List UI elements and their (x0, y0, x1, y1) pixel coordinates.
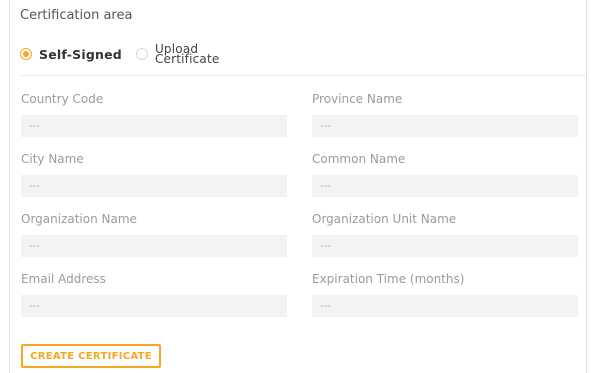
country-code-input[interactable] (21, 115, 287, 137)
organization-unit-name-input[interactable] (312, 235, 578, 257)
organization-name-input[interactable] (21, 235, 287, 257)
organization-unit-name-label: Organization Unit Name (312, 212, 457, 226)
province-name-input[interactable] (312, 115, 578, 137)
common-name-label: Common Name (312, 152, 406, 166)
create-certificate-button[interactable]: CREATE CERTIFICATE (21, 344, 161, 368)
common-name-field: Common Name (312, 152, 578, 197)
upload-certificate-radio[interactable]: Upload Certificate (135, 42, 220, 66)
country-code-label: Country Code (21, 92, 104, 106)
self-signed-label: Self-Signed (39, 46, 122, 62)
city-name-field: City Name (21, 152, 287, 197)
email-address-field: Email Address (21, 272, 287, 317)
upload-certificate-label: Upload Certificate (154, 42, 220, 66)
email-address-label: Email Address (21, 272, 106, 286)
self-signed-radio[interactable]: Self-Signed (20, 47, 122, 62)
expiration-time-input[interactable] (312, 295, 578, 317)
city-name-input[interactable] (21, 175, 287, 197)
radio-checked-icon (20, 48, 32, 60)
common-name-input[interactable] (312, 175, 578, 197)
section-title: Certification area (20, 8, 133, 23)
expiration-time-label: Expiration Time (months) (312, 272, 465, 286)
organization-name-label: Organization Name (21, 212, 137, 226)
country-code-field: Country Code (21, 92, 287, 137)
organization-name-field: Organization Name (21, 212, 287, 257)
radio-unchecked-icon (135, 48, 148, 60)
email-address-input[interactable] (21, 295, 287, 317)
cert-type-radio-group: Self-Signed Upload Certificate (20, 40, 219, 68)
certification-panel: Certification area Self-Signed Upload Ce… (9, 0, 587, 373)
city-name-label: City Name (21, 152, 84, 166)
organization-unit-name-field: Organization Unit Name (312, 212, 578, 257)
expiration-time-field: Expiration Time (months) (312, 272, 578, 317)
province-name-label: Province Name (312, 92, 403, 106)
divider (20, 75, 586, 76)
province-name-field: Province Name (312, 92, 578, 137)
